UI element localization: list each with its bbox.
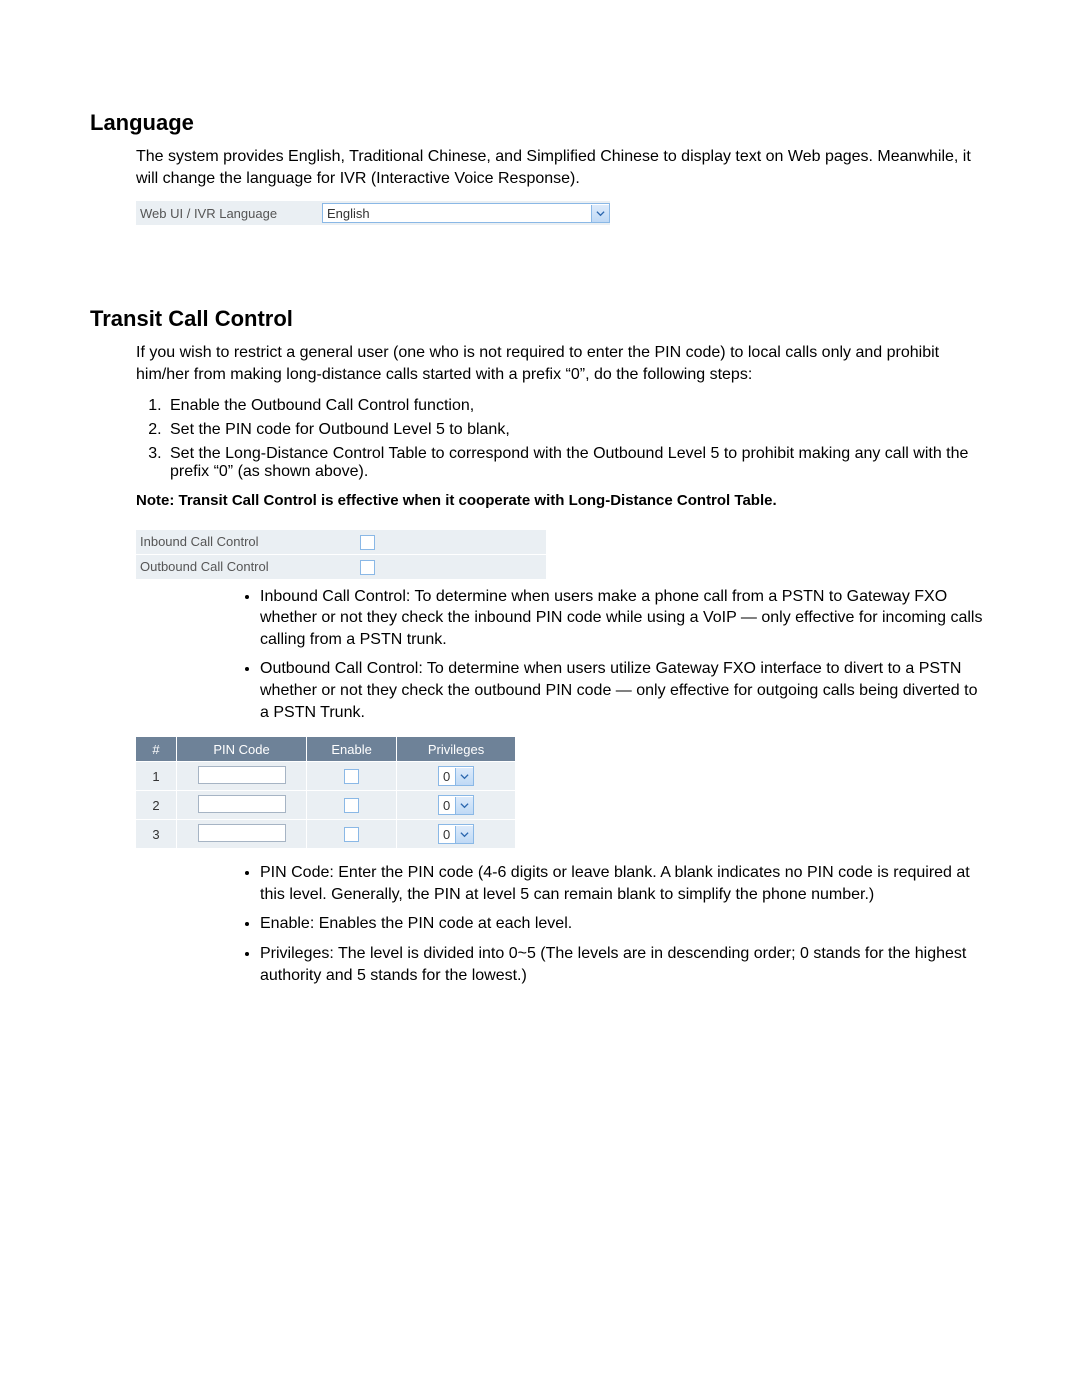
language-select[interactable]: English (322, 203, 610, 223)
chevron-down-icon (591, 205, 609, 222)
transit-step: Set the PIN code for Outbound Level 5 to… (166, 421, 990, 439)
privilege-select[interactable]: 0 (438, 766, 474, 786)
privilege-value: 0 (439, 827, 455, 842)
language-field-label: Web UI / IVR Language (136, 206, 322, 221)
pin-code-input[interactable] (198, 795, 286, 813)
language-heading: Language (90, 110, 990, 136)
chevron-down-icon (455, 768, 473, 785)
transit-step: Enable the Outbound Call Control functio… (166, 397, 990, 415)
list-item: Outbound Call Control: To determine when… (260, 658, 990, 723)
col-pin-code: PIN Code (176, 737, 306, 762)
row-number: 2 (136, 791, 176, 820)
privilege-value: 0 (439, 798, 455, 813)
toggle-description-list: Inbound Call Control: To determine when … (236, 586, 990, 724)
list-item: Inbound Call Control: To determine when … (260, 586, 990, 651)
chevron-down-icon (455, 826, 473, 843)
transit-note: Note: Transit Call Control is effective … (136, 491, 990, 511)
table-row: 2 0 (136, 791, 516, 820)
transit-step: Set the Long-Distance Control Table to c… (166, 445, 990, 481)
language-select-value: English (323, 206, 591, 221)
outbound-call-control-label: Outbound Call Control (136, 559, 360, 574)
pin-table: # PIN Code Enable Privileges 1 0 (136, 737, 516, 848)
outbound-call-control-checkbox[interactable] (360, 560, 375, 575)
transit-steps-list: Enable the Outbound Call Control functio… (136, 397, 990, 481)
transit-intro: If you wish to restrict a general user (… (136, 342, 990, 385)
chevron-down-icon (455, 797, 473, 814)
inbound-call-control-label: Inbound Call Control (136, 534, 360, 549)
privilege-value: 0 (439, 769, 455, 784)
col-privileges: Privileges (397, 737, 516, 762)
col-number: # (136, 737, 176, 762)
pin-code-input[interactable] (198, 766, 286, 784)
privilege-select[interactable]: 0 (438, 824, 474, 844)
pin-code-input[interactable] (198, 824, 286, 842)
pin-enable-checkbox[interactable] (344, 769, 359, 784)
table-row: 3 0 (136, 820, 516, 849)
pin-description-list: PIN Code: Enter the PIN code (4-6 digits… (236, 862, 990, 986)
list-item: Enable: Enables the PIN code at each lev… (260, 913, 990, 935)
list-item: Privileges: The level is divided into 0~… (260, 943, 990, 986)
col-enable: Enable (307, 737, 397, 762)
inbound-call-control-checkbox[interactable] (360, 535, 375, 550)
table-row: 1 0 (136, 762, 516, 791)
privilege-select[interactable]: 0 (438, 795, 474, 815)
language-description: The system provides English, Traditional… (136, 146, 990, 189)
transit-heading: Transit Call Control (90, 306, 990, 332)
list-item: PIN Code: Enter the PIN code (4-6 digits… (260, 862, 990, 905)
row-number: 1 (136, 762, 176, 791)
pin-enable-checkbox[interactable] (344, 827, 359, 842)
pin-enable-checkbox[interactable] (344, 798, 359, 813)
row-number: 3 (136, 820, 176, 849)
